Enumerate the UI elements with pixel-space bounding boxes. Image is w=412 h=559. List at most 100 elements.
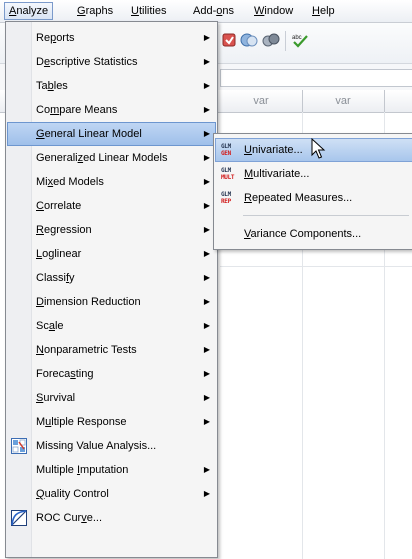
- menu-item-label: Dimension Reduction: [36, 296, 141, 308]
- svg-text:abc: abc: [292, 35, 302, 41]
- submenu-arrow-icon: ▶: [203, 465, 210, 474]
- menu-item-label: Quality Control: [36, 488, 109, 500]
- select-cases-icon[interactable]: [220, 32, 238, 48]
- menu-item-loglinear[interactable]: Loglinear ▶: [7, 242, 216, 266]
- menu-label: elp: [319, 5, 335, 17]
- submenu-item-label: Univariate...: [244, 144, 303, 156]
- menu-item-correlate[interactable]: Correlate ▶: [7, 194, 216, 218]
- submenu-arrow-icon: ▶: [203, 417, 210, 426]
- submenu-item-multivariate[interactable]: GLM MULT Multivariate...: [215, 162, 412, 186]
- menu-item-generalized-linear-models[interactable]: Generalized Linear Models ▶: [7, 146, 216, 170]
- menu-item-label: Correlate: [36, 200, 82, 212]
- menu-item-mixed-models[interactable]: Mixed Models ▶: [7, 170, 216, 194]
- menu-item-roc-curve[interactable]: ROC Curve...: [7, 506, 216, 530]
- menu-item-scale[interactable]: Scale ▶: [7, 314, 216, 338]
- submenu-arrow-icon: ▶: [203, 393, 210, 402]
- menu-item-label: Scale: [36, 320, 64, 332]
- roc-curve-icon: [11, 510, 27, 526]
- menu-item-label: Descriptive Statistics: [36, 56, 138, 68]
- menu-item-label: Classify: [36, 272, 75, 284]
- menu-item-survival[interactable]: Survival ▶: [7, 386, 216, 410]
- submenu-item-label: Variance Components...: [244, 228, 362, 240]
- menu-label: nalyze: [16, 5, 49, 17]
- menu-item-multiple-imputation[interactable]: Multiple Imputation ▶: [7, 458, 216, 482]
- menu-item-forecasting[interactable]: Forecasting ▶: [7, 362, 216, 386]
- menu-label: indow: [264, 5, 294, 17]
- spell-check-icon[interactable]: abc: [291, 32, 309, 48]
- submenu-arrow-icon: ▶: [203, 177, 210, 186]
- use-variable-sets-icon[interactable]: [262, 32, 280, 48]
- menu-utilities[interactable]: Utilities: [127, 3, 170, 19]
- menu-item-label: Multiple Response: [36, 416, 127, 428]
- value-labels-icon[interactable]: [240, 32, 258, 48]
- menu-item-tables[interactable]: Tables ▶: [7, 74, 216, 98]
- menu-item-label: General Linear Model: [36, 128, 142, 140]
- menu-item-general-linear-model[interactable]: General Linear Model ▶: [7, 122, 216, 146]
- submenu-arrow-icon: ▶: [203, 273, 210, 282]
- submenu-arrow-icon: ▶: [203, 81, 210, 90]
- menu-label: tilities: [138, 5, 167, 17]
- menu-item-reports[interactable]: Reports ▶: [7, 26, 216, 50]
- menu-item-descriptive-statistics[interactable]: Descriptive Statistics ▶: [7, 50, 216, 74]
- submenu-item-variance-components[interactable]: Variance Components...: [215, 222, 412, 246]
- menu-item-label: ROC Curve...: [36, 512, 103, 524]
- menu-help[interactable]: Help: [308, 3, 339, 19]
- menu-item-compare-means[interactable]: Compare Means ▶: [7, 98, 216, 122]
- menu-item-quality-control[interactable]: Quality Control ▶: [7, 482, 216, 506]
- submenu-arrow-icon: ▶: [203, 105, 210, 114]
- menu-item-label: Regression: [36, 224, 92, 236]
- glm-gen-icon: GLM GEN: [221, 143, 231, 157]
- submenu-arrow-icon: ▶: [203, 201, 210, 210]
- menu-mnemonic: G: [77, 5, 86, 17]
- grid-line: [220, 266, 412, 267]
- menu-item-label: Compare Means: [36, 104, 118, 116]
- cell-editor-input[interactable]: [220, 69, 412, 87]
- menu-item-label: Nonparametric Tests: [36, 344, 137, 356]
- submenu-item-repeated-measures[interactable]: GLM REP Repeated Measures...: [215, 186, 412, 210]
- column-header[interactable]: var: [220, 90, 303, 112]
- menu-item-regression[interactable]: Regression ▶: [7, 218, 216, 242]
- spss-window: Analyze Graphs Utilities Add-ons Window …: [0, 0, 412, 559]
- menu-item-nonparametric-tests[interactable]: Nonparametric Tests ▶: [7, 338, 216, 362]
- menu-item-label: Loglinear: [36, 248, 82, 260]
- menu-item-dimension-reduction[interactable]: Dimension Reduction ▶: [7, 290, 216, 314]
- submenu-item-label: Multivariate...: [244, 168, 310, 180]
- menu-item-missing-value-analysis[interactable]: Missing Value Analysis...: [7, 434, 216, 458]
- submenu-arrow-icon: ▶: [203, 369, 210, 378]
- menu-mnemonic: U: [131, 5, 139, 17]
- submenu-separator: [243, 215, 409, 216]
- column-header-partial[interactable]: [384, 90, 412, 112]
- menu-graphs[interactable]: Graphs: [73, 3, 117, 19]
- menu-item-label: Survival: [36, 392, 76, 404]
- submenu-arrow-icon: ▶: [203, 249, 210, 258]
- glm-mult-icon: GLM MULT: [221, 167, 235, 181]
- menu-window[interactable]: Window: [250, 3, 297, 19]
- menu-label: raphs: [85, 5, 114, 17]
- menu-item-label: Reports: [36, 32, 75, 44]
- mouse-pointer-icon: [311, 138, 326, 159]
- submenu-arrow-icon: ▶: [203, 297, 210, 306]
- menu-analyze[interactable]: Analyze: [4, 2, 54, 20]
- menu-item-label: Tables: [36, 80, 68, 92]
- menu-mnemonic: W: [254, 5, 265, 17]
- menu-item-label: Forecasting: [36, 368, 94, 380]
- toolbar-separator: [285, 31, 286, 51]
- menu-item-label: Multiple Imputation: [36, 464, 129, 476]
- submenu-arrow-icon: ▶: [203, 489, 210, 498]
- submenu-arrow-icon: ▶: [203, 57, 210, 66]
- menu-mnemonic: H: [312, 5, 320, 17]
- menu-add-ons[interactable]: Add-ons: [189, 3, 238, 19]
- submenu-item-label: Repeated Measures...: [244, 192, 353, 204]
- column-header[interactable]: var: [302, 90, 385, 112]
- menu-item-classify[interactable]: Classify ▶: [7, 266, 216, 290]
- submenu-arrow-icon: ▶: [203, 33, 210, 42]
- missing-value-icon: [11, 438, 27, 454]
- submenu-arrow-icon: ▶: [203, 321, 210, 330]
- glm-rep-icon: GLM REP: [221, 191, 231, 205]
- menu-label: ns: [222, 5, 234, 17]
- menu-label: Add-: [193, 5, 217, 17]
- submenu-arrow-icon: ▶: [203, 153, 210, 162]
- menu-item-multiple-response[interactable]: Multiple Response ▶: [7, 410, 216, 434]
- menu-item-label: Missing Value Analysis...: [36, 440, 157, 452]
- menu-item-label: Generalized Linear Models: [36, 152, 168, 164]
